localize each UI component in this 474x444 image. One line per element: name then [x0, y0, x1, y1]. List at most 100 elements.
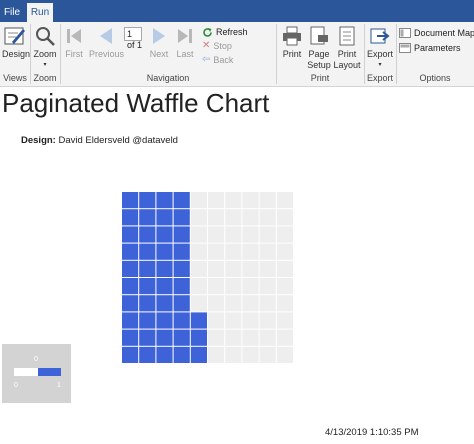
waffle-cell-empty: [276, 226, 293, 243]
last-page-button[interactable]: Last: [173, 25, 197, 60]
waffle-cell-filled: [173, 278, 190, 295]
first-page-icon: [67, 29, 81, 43]
waffle-cell-empty: [208, 346, 225, 363]
waffle-cell-empty: [225, 329, 242, 346]
waffle-cell-empty: [225, 346, 242, 363]
waffle-cell-filled: [173, 243, 190, 260]
parameters-button[interactable]: Parameters: [399, 42, 461, 54]
separator: [364, 24, 365, 84]
previous-page-button[interactable]: Previous: [89, 25, 125, 60]
waffle-cell-filled: [122, 278, 139, 295]
waffle-cell-empty: [276, 346, 293, 363]
waffle-cell-empty: [276, 312, 293, 329]
waffle-cell-empty: [225, 192, 242, 209]
export-dropdown-icon[interactable]: ▾: [366, 60, 394, 71]
tab-file[interactable]: File: [0, 3, 24, 22]
waffle-cell-filled: [139, 192, 156, 209]
color-legend: 0 0 1: [2, 344, 71, 403]
design-credit: Design: David Eldersveld @dataveld: [21, 135, 178, 146]
waffle-cell-empty: [276, 192, 293, 209]
next-label: Next: [149, 49, 169, 59]
waffle-cell-empty: [276, 209, 293, 226]
waffle-cell-empty: [242, 226, 259, 243]
waffle-cell-empty: [259, 260, 276, 277]
waffle-cell-empty: [259, 346, 276, 363]
refresh-button[interactable]: Refresh: [202, 26, 248, 38]
previous-label: Previous: [89, 49, 125, 59]
waffle-cell-filled: [156, 226, 173, 243]
refresh-icon: [203, 27, 212, 37]
waffle-cell-filled: [173, 329, 190, 346]
waffle-cell-empty: [190, 209, 207, 226]
page-setup-icon: [310, 26, 328, 45]
waffle-cell-empty: [242, 278, 259, 295]
stop-icon: ✕: [202, 40, 211, 51]
group-zoom-label: Zoom: [33, 73, 57, 83]
waffle-cell-empty: [208, 192, 225, 209]
waffle-cell-empty: [259, 295, 276, 312]
waffle-cell-filled: [156, 260, 173, 277]
zoom-button[interactable]: Zoom ▾: [33, 25, 57, 71]
waffle-cell-empty: [225, 243, 242, 260]
page-setup-label-2: Setup: [307, 60, 331, 70]
waffle-cell-empty: [242, 329, 259, 346]
page-number-input[interactable]: 1: [124, 27, 142, 41]
group-views-label: Views: [3, 73, 27, 83]
waffle-cell-filled: [156, 192, 173, 209]
waffle-cell-filled: [139, 346, 156, 363]
parameters-label: Parameters: [414, 43, 461, 53]
export-label: Export: [366, 49, 393, 59]
tab-run[interactable]: Run: [27, 3, 53, 22]
waffle-cell-empty: [225, 278, 242, 295]
stop-button[interactable]: ✕ Stop: [202, 40, 232, 52]
waffle-cell-empty: [208, 243, 225, 260]
waffle-cell-filled: [173, 192, 190, 209]
waffle-cell-filled: [173, 295, 190, 312]
waffle-cell-filled: [190, 312, 207, 329]
waffle-cell-empty: [276, 260, 293, 277]
ribbon: Design Views Zoom ▾ Zoom First Previous …: [0, 22, 474, 87]
waffle-cell-empty: [242, 260, 259, 277]
waffle-cell-empty: [242, 312, 259, 329]
waffle-cell-empty: [259, 329, 276, 346]
execution-timestamp: 4/13/2019 1:10:35 PM: [325, 427, 419, 438]
waffle-cell-filled: [173, 226, 190, 243]
waffle-cell-empty: [242, 192, 259, 209]
waffle-cell-empty: [208, 329, 225, 346]
magnifier-icon: [36, 27, 55, 46]
next-page-button[interactable]: Next: [148, 25, 170, 60]
export-button[interactable]: Export ▾: [366, 25, 394, 71]
back-button[interactable]: ⇦ Back: [202, 54, 233, 66]
waffle-cell-empty: [242, 346, 259, 363]
group-options-label: Options: [419, 73, 451, 83]
legend-gradient-bar: [14, 368, 61, 376]
waffle-cell-filled: [139, 295, 156, 312]
waffle-cell-empty: [190, 278, 207, 295]
document-map-button[interactable]: Document Map: [399, 27, 474, 39]
waffle-cell-empty: [242, 295, 259, 312]
document-map-icon: [399, 28, 411, 38]
waffle-cell-filled: [122, 243, 139, 260]
page-setup-button[interactable]: Page Setup: [306, 25, 332, 71]
design-icon: [4, 27, 25, 45]
waffle-cell-empty: [225, 295, 242, 312]
waffle-cell-empty: [276, 329, 293, 346]
waffle-cell-filled: [139, 209, 156, 226]
waffle-cell-filled: [156, 209, 173, 226]
design-button[interactable]: Design: [2, 25, 30, 60]
waffle-cell-empty: [259, 209, 276, 226]
waffle-cell-filled: [173, 346, 190, 363]
waffle-cell-filled: [156, 346, 173, 363]
print-button[interactable]: Print: [279, 25, 305, 60]
first-page-button[interactable]: First: [62, 25, 86, 60]
waffle-cell-empty: [208, 209, 225, 226]
document-map-label: Document Map: [414, 28, 474, 38]
waffle-cell-filled: [122, 260, 139, 277]
zoom-dropdown-icon[interactable]: ▾: [33, 60, 57, 71]
waffle-cell-empty: [276, 243, 293, 260]
waffle-cell-filled: [139, 243, 156, 260]
legend-max-label: 1: [57, 382, 61, 389]
print-layout-button[interactable]: Print Layout: [333, 25, 361, 71]
waffle-cell-filled: [122, 226, 139, 243]
waffle-cell-empty: [242, 243, 259, 260]
